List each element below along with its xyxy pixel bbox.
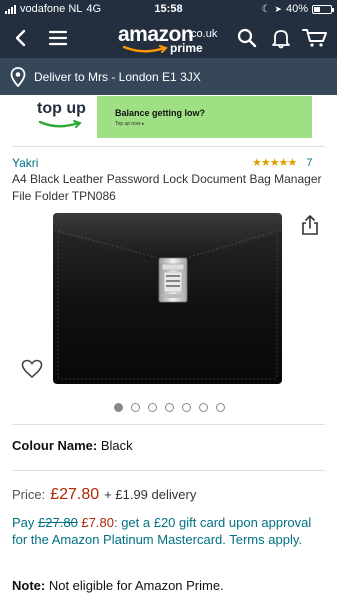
- status-bar: vodafone NL 4G 15:58 ☾ ➤ 40%: [0, 0, 337, 18]
- product-image[interactable]: [52, 212, 283, 385]
- logo-prime-label: prime: [170, 41, 203, 55]
- menu-icon[interactable]: [44, 18, 72, 58]
- rating-count: 7: [306, 156, 313, 169]
- status-right: ☾ ➤ 40%: [261, 0, 334, 18]
- top-up-message: Balance getting low? Top up now ▸: [97, 96, 312, 138]
- carousel-dot[interactable]: [114, 403, 123, 412]
- divider: [12, 146, 325, 147]
- rating-summary[interactable]: ★★★★★ 7: [252, 156, 313, 170]
- location-arrow-icon: ➤: [274, 3, 282, 14]
- star-rating-icon: ★★★★★: [252, 157, 297, 169]
- battery-percent: 40%: [285, 3, 308, 15]
- amazon-prime-logo[interactable]: amazon .co.uk prime: [118, 23, 222, 55]
- moon-icon: ☾: [261, 3, 271, 15]
- location-pin-icon: [10, 66, 26, 87]
- price-value: £27.80: [50, 486, 100, 503]
- colour-selection: Colour Name: Black: [12, 438, 133, 453]
- top-up-smile-icon: [38, 120, 82, 128]
- price-label: Price:: [12, 487, 46, 502]
- banner-subtitle: Top up now ▸: [115, 121, 145, 127]
- carousel-dot[interactable]: [148, 403, 157, 412]
- search-icon[interactable]: [234, 18, 260, 58]
- deliver-to-bar[interactable]: Deliver to Mrs - London E1 3JX: [0, 58, 337, 95]
- smile-arrow-icon: [122, 45, 168, 53]
- share-icon[interactable]: [301, 215, 319, 240]
- carousel-dot[interactable]: [182, 403, 191, 412]
- promo-new-price: £7.80: [81, 515, 114, 530]
- promo-old-price: £27.80: [38, 515, 78, 530]
- cart-icon[interactable]: [300, 18, 330, 58]
- carousel-dot[interactable]: [131, 403, 140, 412]
- carousel-dot[interactable]: [216, 403, 225, 412]
- banner-title: Balance getting low?: [115, 108, 206, 118]
- logo-domain: .co.uk: [188, 28, 218, 40]
- divider: [12, 470, 325, 471]
- top-up-wordmark: top up: [37, 100, 86, 117]
- back-icon[interactable]: [8, 18, 32, 58]
- notification-bell-icon[interactable]: [268, 18, 294, 58]
- top-up-banner[interactable]: top up Balance getting low? Top up now ▸: [12, 96, 312, 138]
- prime-eligibility-note: Note: Not eligible for Amazon Prime.: [12, 578, 224, 593]
- top-up-logo: top up: [12, 96, 97, 138]
- battery-icon: [312, 4, 334, 14]
- product-title: A4 Black Leather Password Lock Document …: [12, 172, 322, 203]
- image-carousel-indicator[interactable]: [114, 403, 225, 412]
- colour-label: Colour Name:: [12, 438, 98, 453]
- divider: [12, 424, 325, 425]
- brand-link[interactable]: Yakri: [12, 156, 38, 170]
- delivery-address: Deliver to Mrs - London E1 3JX: [34, 69, 201, 84]
- carousel-dot[interactable]: [165, 403, 174, 412]
- promo-prefix: Pay: [12, 515, 35, 530]
- carousel-dot[interactable]: [199, 403, 208, 412]
- note-label: Note:: [12, 578, 46, 593]
- wishlist-heart-icon[interactable]: [21, 359, 43, 384]
- note-text: Not eligible for Amazon Prime.: [48, 578, 224, 593]
- top-nav-bar: amazon .co.uk prime: [0, 18, 337, 58]
- credit-card-promo-link[interactable]: Pay £27.80 £7.80: get a £20 gift card up…: [12, 514, 322, 548]
- price-row: Price: £27.80 + £1.99 delivery: [12, 486, 196, 504]
- colour-value: Black: [100, 438, 133, 453]
- delivery-charge: + £1.99 delivery: [104, 487, 197, 502]
